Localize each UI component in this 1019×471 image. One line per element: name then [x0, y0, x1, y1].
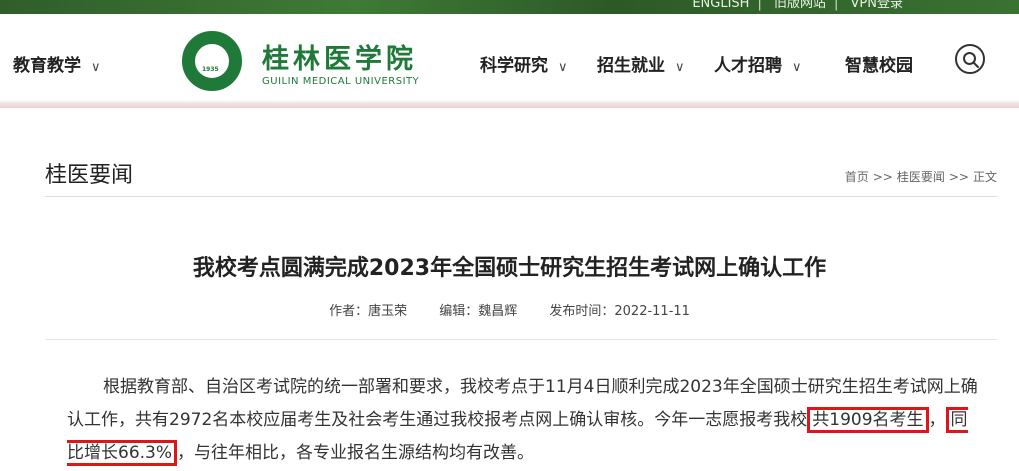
seal-year: 1935 [202, 66, 219, 73]
article-title: 我校考点圆满完成2023年全国硕士研究生招生考试网上确认工作 [192, 256, 827, 281]
chevron-down-icon: ∨ [91, 60, 101, 75]
header-decor-strip [0, 100, 1019, 108]
breadcrumb-separator: >> [872, 170, 893, 184]
article-author: 作者：唐玉荣 [329, 304, 408, 319]
nav-item-smart-campus[interactable]: 智慧校园 [845, 51, 913, 76]
nav-item-research[interactable]: 科学研究 ∨ [480, 51, 568, 76]
nav-item-label: 招生就业 [597, 56, 665, 76]
article-editor: 编辑：魏昌辉 [439, 304, 518, 319]
section-title: 桂医要闻 [45, 163, 134, 188]
logo-english-name: GUILIN MEDICAL UNIVERSITY [262, 76, 420, 87]
nav-item-label: 教育教学 [13, 56, 81, 76]
top-green-bar: ENGLISH | 旧版网站 | VPN登录 [0, 0, 1019, 14]
highlight-box-examinees: 共1909名考生 [807, 407, 929, 433]
university-logo[interactable]: 1935 桂林医学院 GUILIN MEDICAL UNIVERSITY [182, 31, 422, 93]
breadcrumb-separator: >> [948, 170, 969, 184]
nav-item-label: 人才招聘 [714, 56, 782, 76]
chevron-down-icon: ∨ [558, 60, 568, 75]
breadcrumb-current: 正文 [972, 170, 997, 184]
breadcrumb: 首页 >> 桂医要闻 >> 正文 [845, 168, 997, 185]
top-link-old-site[interactable]: 旧版网站 [774, 0, 826, 11]
logo-chinese-name: 桂林医学院 [262, 44, 417, 75]
search-icon [963, 52, 979, 68]
nav-item-teaching[interactable]: 教育教学 ∨ [13, 51, 101, 76]
chevron-down-icon: ∨ [675, 60, 685, 75]
university-seal-icon: 1935 [182, 31, 242, 91]
top-link-english[interactable]: ENGLISH [692, 0, 749, 11]
article-date: 发布时间：2022-11-11 [549, 304, 690, 319]
breadcrumb-section[interactable]: 桂医要闻 [897, 170, 945, 184]
section-divider [45, 196, 997, 197]
nav-item-label: 智慧校园 [845, 56, 913, 76]
top-links: ENGLISH | 旧版网站 | VPN登录 [686, 0, 909, 11]
body-text: ，与往年相比，各专业报名生源结构均有改善。 [177, 443, 535, 463]
body-text: ， [928, 410, 946, 430]
nav-item-label: 科学研究 [480, 56, 548, 76]
article-meta: 作者：唐玉荣 编辑：魏昌辉 发布时间：2022-11-11 [0, 300, 1019, 319]
breadcrumb-home[interactable]: 首页 [845, 170, 869, 184]
search-button[interactable] [955, 44, 985, 74]
article-body: 根据教育部、自治区考试院的统一部署和要求，我校考点于11月4日顺利完成2023年… [67, 371, 982, 470]
nav-item-recruitment[interactable]: 人才招聘 ∨ [714, 51, 802, 76]
top-link-vpn[interactable]: VPN登录 [851, 0, 903, 11]
nav-item-admissions[interactable]: 招生就业 ∨ [597, 51, 685, 76]
meta-divider [45, 339, 997, 340]
site-header: 教育教学 ∨ 1935 桂林医学院 GUILIN MEDICAL UNIVERSI… [0, 14, 1019, 108]
chevron-down-icon: ∨ [792, 60, 802, 75]
